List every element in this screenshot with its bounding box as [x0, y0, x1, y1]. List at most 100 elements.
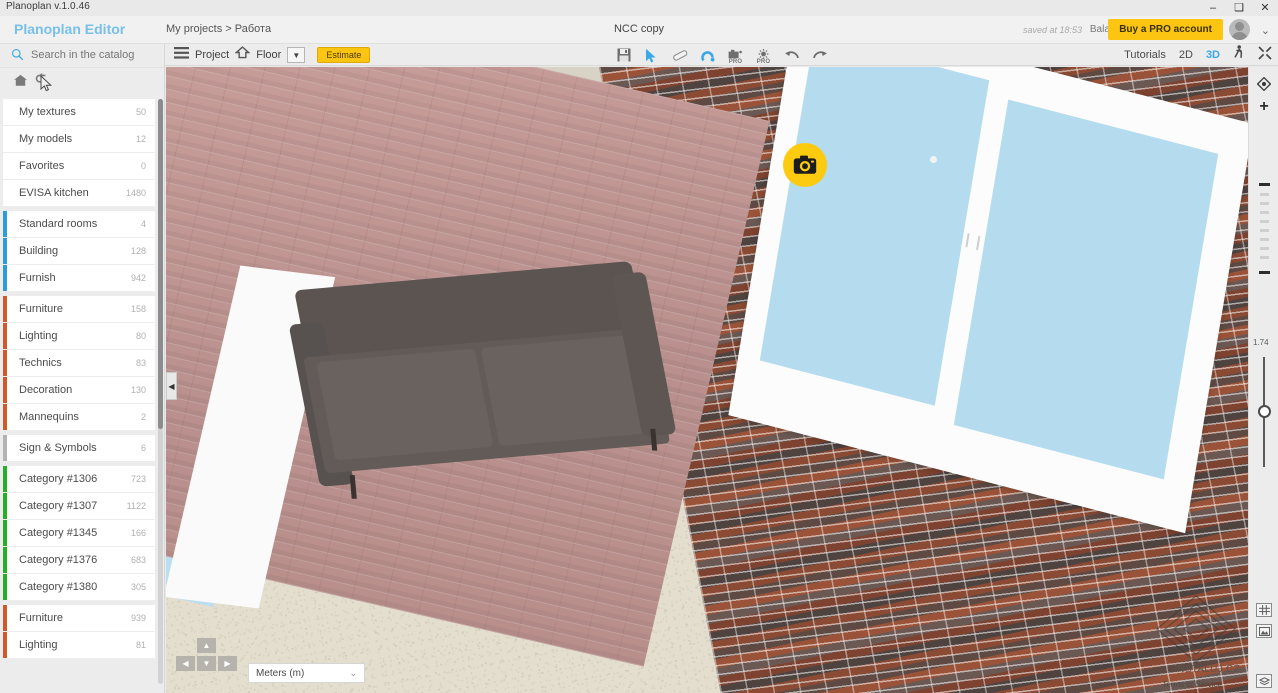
sidebar-item-furniture[interactable]: Furniture 158 — [3, 296, 155, 323]
minimize-button[interactable]: – — [1200, 0, 1226, 16]
category-color-bar — [3, 466, 7, 492]
floor-menu-label[interactable]: Floor — [256, 49, 281, 61]
fullscreen-icon[interactable] — [1258, 45, 1272, 65]
category-label: Category #1380 — [19, 581, 98, 593]
sidebar-item-mannequins[interactable]: Mannequins 2 — [3, 404, 155, 431]
sidebar-item-sign-symbols[interactable]: Sign & Symbols 6 — [3, 435, 155, 462]
category-color-bar — [3, 211, 7, 237]
ruler-icon[interactable] — [672, 46, 688, 64]
sidebar-item-category-1380[interactable]: Category #1380 305 — [3, 574, 155, 601]
category-count: 81 — [135, 640, 146, 650]
maximize-button[interactable]: ❑ — [1226, 0, 1252, 16]
category-count: 683 — [130, 555, 146, 565]
category-count: 939 — [130, 613, 146, 623]
category-count: 128 — [130, 246, 146, 256]
image-icon[interactable] — [1256, 624, 1272, 638]
orbit-target-icon[interactable] — [1257, 77, 1271, 91]
avatar[interactable] — [1229, 19, 1250, 40]
search-input[interactable] — [31, 46, 156, 64]
sidebar-item-lighting[interactable]: Lighting 81 — [3, 632, 155, 659]
pan-up-button[interactable]: ▲ — [197, 638, 216, 653]
mouse-cursor-icon — [40, 74, 59, 94]
sidebar-item-lighting[interactable]: Lighting 80 — [3, 323, 155, 350]
category-count: 942 — [130, 273, 146, 283]
category-count: 4 — [140, 219, 146, 229]
floor-icon[interactable] — [234, 46, 251, 64]
collapse-panel-button[interactable]: ◀ — [166, 372, 177, 400]
sidebar-item-category-1307[interactable]: Category #1307 1122 — [3, 493, 155, 520]
category-color-bar — [3, 350, 7, 376]
catalog-list[interactable]: My textures 50 My models 12 Favorites 0 EVISA … — [0, 95, 164, 693]
category-label: Mannequins — [19, 411, 79, 423]
menu-hamburger-icon[interactable] — [174, 46, 189, 64]
sidebar-item-category-1345[interactable]: Category #1345 166 — [3, 520, 155, 547]
close-button[interactable]: ✕ — [1252, 0, 1278, 16]
pan-down-button[interactable]: ▼ — [197, 656, 216, 671]
grid-icon[interactable] — [1256, 603, 1272, 617]
window-controls: – ❑ ✕ — [1200, 0, 1278, 16]
category-label: Favorites — [19, 160, 65, 172]
category-count: 130 — [130, 385, 146, 395]
chevron-down-icon[interactable]: ⌄ — [1261, 24, 1270, 37]
tutorials-link[interactable]: Tutorials — [1124, 49, 1166, 61]
scene — [166, 67, 1248, 693]
category-color-bar — [3, 180, 7, 206]
category-label: My textures — [19, 106, 76, 118]
save-icon[interactable] — [616, 46, 632, 64]
view-3d-button[interactable]: 3D — [1206, 49, 1220, 61]
category-count: 1480 — [125, 188, 146, 198]
sidebar-scrollbar-thumb[interactable] — [158, 99, 163, 429]
height-slider-handle[interactable] — [1258, 405, 1271, 418]
terms-of-service-link[interactable]: Terms of Service — [1162, 680, 1222, 689]
zoom-in-button[interactable]: + — [1257, 99, 1271, 115]
sidebar-item-technics[interactable]: Technics 83 — [3, 350, 155, 377]
sidebar-item-evisa-kitchen[interactable]: EVISA kitchen 1480 — [3, 180, 155, 207]
wall-anchor-point[interactable] — [930, 156, 937, 163]
height-slider-value: 1.74 — [1253, 338, 1269, 347]
units-select[interactable]: Meters (m) ⌄ — [248, 663, 365, 683]
walk-icon[interactable] — [1233, 44, 1245, 66]
pan-right-button[interactable]: ▶ — [218, 656, 237, 671]
category-count: 83 — [135, 358, 146, 368]
sidebar-item-decoration[interactable]: Decoration 130 — [3, 377, 155, 404]
sidebar-item-favorites[interactable]: Favorites 0 — [3, 153, 155, 180]
category-color-bar — [3, 265, 7, 291]
sidebar-item-building[interactable]: Building 128 — [3, 238, 155, 265]
select-cursor-icon[interactable] — [644, 46, 660, 64]
sidebar-item-furniture[interactable]: Furniture 939 — [3, 605, 155, 632]
sidebar-item-category-1376[interactable]: Category #1376 683 — [3, 547, 155, 574]
sidebar-item-my-models[interactable]: My models 12 — [3, 126, 155, 153]
sidebar-icon-row — [0, 68, 164, 95]
category-label: Category #1376 — [19, 554, 98, 566]
view-2d-button[interactable]: 2D — [1179, 49, 1193, 61]
magnet-icon[interactable] — [700, 46, 716, 64]
estimate-button[interactable]: Estimate — [317, 47, 371, 63]
3d-viewport[interactable]: ◀ ▲ ▼ ◀ ▶ Meters (m) ⌄ INSTALUJ.CZ Terms… — [166, 67, 1248, 693]
category-count: 80 — [135, 331, 146, 341]
app-header: Planoplan Editor My projects > Работа NC… — [0, 16, 1278, 44]
lighting-icon[interactable]: PRO — [756, 46, 772, 65]
category-label: Lighting — [19, 330, 58, 342]
sofa-object[interactable] — [288, 254, 693, 560]
category-color-bar — [3, 99, 7, 125]
buy-pro-button[interactable]: Buy a PRO account — [1108, 19, 1223, 40]
camera-render-icon[interactable]: PRO — [728, 46, 744, 65]
sofa-cushion-left — [316, 348, 494, 461]
category-count: 723 — [130, 474, 146, 484]
layers-icon[interactable] — [1256, 674, 1272, 688]
sidebar-item-my-textures[interactable]: My textures 50 — [3, 99, 155, 126]
sidebar-item-furnish[interactable]: Furnish 942 — [3, 265, 155, 292]
undo-icon[interactable] — [784, 46, 800, 64]
sidebar-item-category-1306[interactable]: Category #1306 723 — [3, 466, 155, 493]
home-icon[interactable] — [12, 72, 31, 91]
floor-dropdown-button[interactable]: ▼ — [287, 47, 306, 63]
category-label: Category #1306 — [19, 473, 98, 485]
window-handle-left — [965, 233, 970, 248]
zoom-track[interactable] — [1259, 183, 1270, 289]
category-color-bar — [3, 126, 7, 152]
camera-button[interactable] — [783, 143, 827, 187]
pan-left-button[interactable]: ◀ — [176, 656, 195, 671]
redo-icon[interactable] — [812, 46, 828, 64]
project-menu-label[interactable]: Project — [195, 49, 229, 61]
sidebar-item-standard-rooms[interactable]: Standard rooms 4 — [3, 211, 155, 238]
